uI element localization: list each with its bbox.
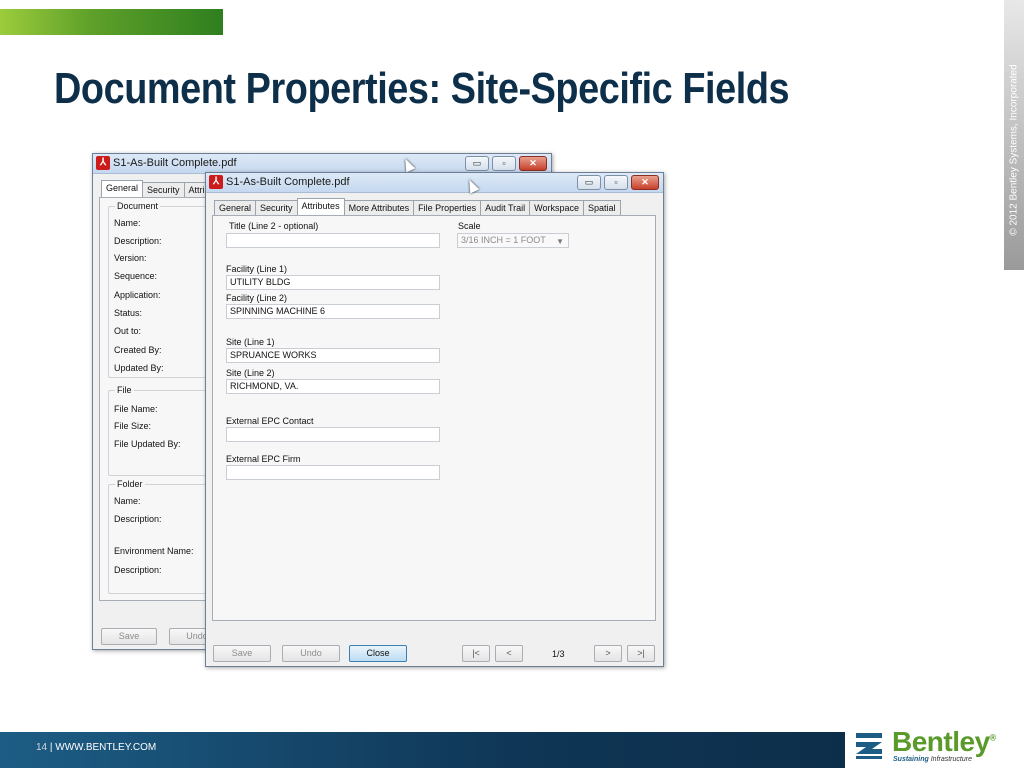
label-description: Description: [114, 236, 162, 246]
label-application: Application: [114, 290, 161, 300]
window-titlebar[interactable]: ⅄ S1-As-Built Complete.pdf ▭ ▫ ✕ [93, 154, 551, 174]
label-site-line2: Site (Line 2) [226, 368, 275, 378]
footer-url[interactable]: WWW.BENTLEY.COM [55, 742, 156, 753]
scale-select[interactable]: 3/16 INCH = 1 FOOT ▼ [457, 233, 569, 248]
slide-title: Document Properties: Site-Specific Field… [54, 64, 790, 113]
undo-button[interactable]: Undo [282, 645, 340, 662]
external-epc-firm-field[interactable] [226, 465, 440, 480]
label-scale: Scale [458, 221, 481, 231]
title-line2-field[interactable] [226, 233, 440, 248]
site-line1-field[interactable]: SPRUANCE WORKS [226, 348, 440, 363]
label-updated-by: Updated By: [114, 363, 164, 373]
slide: © 2012 Bentley Systems, Incorporated Doc… [0, 0, 1024, 768]
facility-line2-field[interactable]: SPINNING MACHINE 6 [226, 304, 440, 319]
pdf-icon: ⅄ [96, 156, 110, 170]
tab-security[interactable]: Security [142, 182, 185, 197]
tab-spatial[interactable]: Spatial [583, 200, 621, 215]
scale-value: 3/16 INCH = 1 FOOT [461, 235, 546, 245]
previous-page-button[interactable]: < [495, 645, 523, 662]
tab-file-properties[interactable]: File Properties [413, 200, 482, 215]
tab-more-attributes[interactable]: More Attributes [343, 200, 415, 215]
label-file-updated-by: File Updated By: [114, 439, 181, 449]
pdf-icon: ⅄ [209, 175, 223, 189]
tab-security[interactable]: Security [255, 200, 298, 215]
label-file-size: File Size: [114, 421, 152, 431]
bentley-tagline: Sustaining Infrastructure [893, 756, 972, 763]
page-number: 14 [36, 742, 48, 753]
general-panel: Document Name: Description: Version: Seq… [99, 197, 248, 601]
label-title-line2: Title (Line 2 - optional) [229, 221, 319, 231]
site-line2-field[interactable]: RICHMOND, VA. [226, 379, 440, 394]
close-window-button[interactable]: ✕ [631, 175, 659, 190]
maximize-button[interactable]: ▫ [492, 156, 516, 171]
front-properties-window: ⅄ S1-As-Built Complete.pdf ▭ ▫ ✕ General… [205, 172, 664, 667]
close-button[interactable]: Close [349, 645, 407, 662]
tab-workspace[interactable]: Workspace [529, 200, 585, 215]
footer-text: 14 | WWW.BENTLEY.COM [36, 742, 156, 753]
label-external-epc-contact: External EPC Contact [226, 416, 314, 426]
tab-attributes[interactable]: Attributes [296, 198, 345, 215]
copyright-notice: © 2012 Bentley Systems, Incorporated [1008, 64, 1020, 236]
accent-bar [0, 9, 223, 35]
label-environment-description: Description: [114, 565, 162, 575]
label-facility-line1: Facility (Line 1) [226, 264, 288, 274]
label-name: Name: [114, 218, 141, 228]
window-title: S1-As-Built Complete.pdf [113, 157, 237, 169]
next-page-button[interactable]: > [594, 645, 622, 662]
label-environment-name: Environment Name: [114, 546, 194, 556]
last-page-button[interactable]: >| [627, 645, 655, 662]
label-facility-line2: Facility (Line 2) [226, 293, 288, 303]
label-status: Status: [114, 308, 143, 318]
save-button[interactable]: Save [213, 645, 271, 662]
first-page-button[interactable]: |< [462, 645, 490, 662]
maximize-button[interactable]: ▫ [604, 175, 628, 190]
attributes-panel: Title (Line 2 - optional) Scale 3/16 INC… [212, 215, 656, 621]
minimize-button[interactable]: ▭ [577, 175, 601, 190]
bentley-logo-icon [856, 733, 882, 759]
tab-audit-trail[interactable]: Audit Trail [480, 200, 531, 215]
back-save-button[interactable]: Save [101, 628, 157, 645]
label-created-by: Created By: [114, 345, 162, 355]
label-sequence: Sequence: [114, 271, 158, 281]
page-indicator: 1/3 [552, 649, 565, 659]
label-folder-description: Description: [114, 514, 162, 524]
label-version: Version: [114, 253, 147, 263]
window-titlebar[interactable]: ⅄ S1-As-Built Complete.pdf ▭ ▫ ✕ [206, 173, 663, 193]
chevron-down-icon: ▼ [556, 237, 564, 246]
label-folder-name: Name: [114, 496, 141, 506]
label-out-to: Out to: [114, 326, 142, 336]
facility-line1-field[interactable]: UTILITY BLDG [226, 275, 440, 290]
tab-general[interactable]: General [101, 180, 144, 197]
tab-general[interactable]: General [214, 200, 257, 215]
window-title: S1-As-Built Complete.pdf [226, 176, 350, 188]
minimize-button[interactable]: ▭ [465, 156, 489, 171]
label-site-line1: Site (Line 1) [226, 337, 275, 347]
external-epc-contact-field[interactable] [226, 427, 440, 442]
close-window-button[interactable]: ✕ [519, 156, 547, 171]
label-external-epc-firm: External EPC Firm [226, 454, 301, 464]
bentley-logo-wordmark: Bentley® [892, 726, 996, 757]
label-file-name: File Name: [114, 404, 158, 414]
